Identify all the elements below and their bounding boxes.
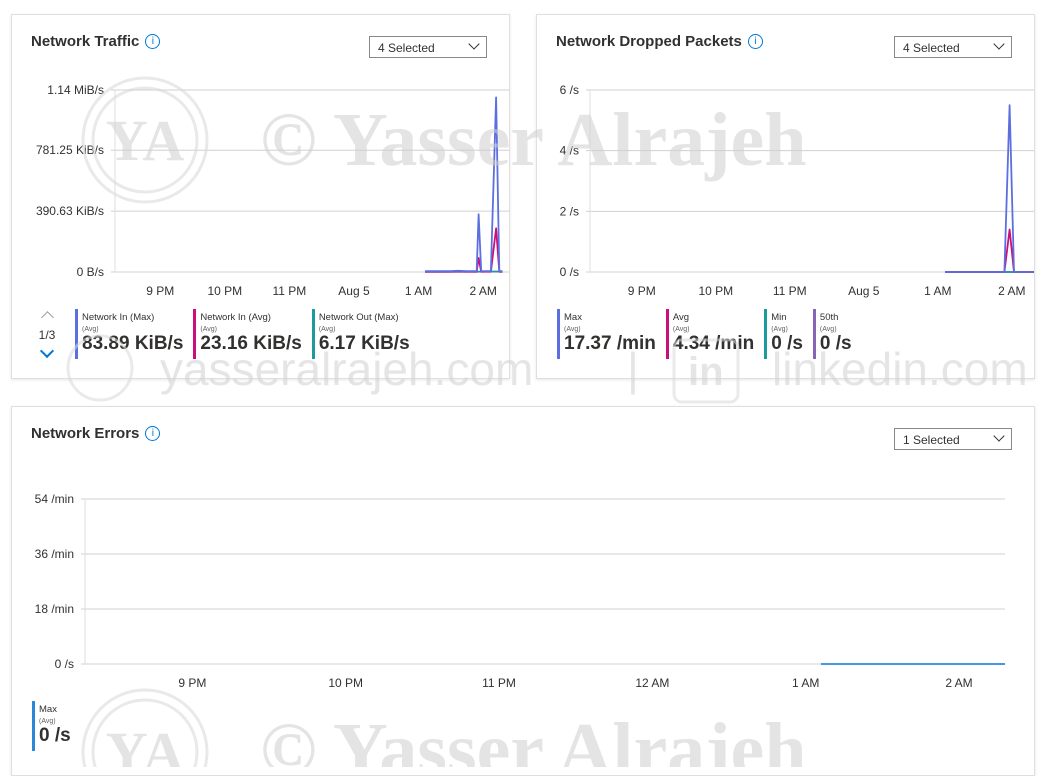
network-errors-chart: 0 /s 18 /min 36 /min 54 /min 9 PM 10 PM 11 PM 1… xyxy=(12,407,1036,702)
network-dropped-packets-legend: Max(Avg)17.37 /minAvg(Avg)4.34 /min Min(A… xyxy=(557,309,852,359)
legend-metric-value: 0 /s xyxy=(820,333,852,355)
network-dropped-packets-chart: 0 /s 2 /s 4 /s 6 /s 9 PM 10 PM 11 PM Aug 5 1 AM 2… xyxy=(537,15,1036,315)
x-tick-label: Aug 5 xyxy=(848,284,880,298)
legend-pager: 1/3 xyxy=(35,311,59,356)
legend-item[interactable]: Max(Avg)0 /s xyxy=(32,701,71,751)
x-tick-label: 2 AM xyxy=(469,284,496,298)
x-tick-label: 10 PM xyxy=(328,676,363,690)
series-line xyxy=(945,105,1034,272)
y-tick-label: 4 /s xyxy=(560,144,579,158)
x-tick-label: 9 PM xyxy=(146,284,174,298)
legend-item[interactable]: Avg(Avg)4.34 /min xyxy=(666,309,754,359)
legend-metric-name: Network In (Avg) xyxy=(200,312,301,323)
legend-color-bar xyxy=(557,309,560,359)
x-tick-label: 11 PM xyxy=(272,284,306,298)
legend-color-bar xyxy=(193,309,196,359)
x-tick-label: Aug 5 xyxy=(338,284,370,298)
y-tick-label: 6 /s xyxy=(560,83,579,97)
series-line xyxy=(425,97,503,271)
x-tick-label: 1 AM xyxy=(405,284,432,298)
legend-metric-name: 50th xyxy=(820,312,852,323)
legend-item[interactable]: Network In (Avg)(Avg)23.16 KiB/s xyxy=(193,309,301,359)
x-tick-label: 1 AM xyxy=(924,284,951,298)
y-tick-label: 36 /min xyxy=(35,547,74,561)
chevron-up-icon[interactable] xyxy=(41,311,54,324)
legend-metric-value: 0 /s xyxy=(39,725,71,747)
legend-color-bar xyxy=(32,701,35,751)
legend-color-bar xyxy=(75,309,78,359)
legend-metric-name: Min xyxy=(771,312,803,323)
network-traffic-chart: 0 B/s 390.63 KiB/s 781.25 KiB/s 1.14 MiB/s 9… xyxy=(12,15,511,315)
x-tick-label: 2 AM xyxy=(945,676,972,690)
x-tick-label: 9 PM xyxy=(628,284,656,298)
legend-color-bar xyxy=(764,309,767,359)
y-tick-label: 2 /s xyxy=(560,204,579,218)
x-tick-label: 2 AM xyxy=(998,284,1025,298)
x-tick-label: 9 PM xyxy=(178,676,206,690)
y-tick-label: 390.63 KiB/s xyxy=(36,204,104,218)
chevron-down-icon[interactable] xyxy=(40,344,54,358)
legend-color-bar xyxy=(312,309,315,359)
x-tick-label: 12 AM xyxy=(635,676,669,690)
legend-metric-name: Max xyxy=(39,704,71,715)
legend-metric-name: Network Out (Max) xyxy=(319,312,410,323)
x-tick-label: 1 AM xyxy=(792,676,819,690)
legend-metric-name: Max xyxy=(564,312,656,323)
legend-metric-value: 0 /s xyxy=(771,333,803,355)
legend-item[interactable]: 50th(Avg)0 /s xyxy=(813,309,852,359)
series-line xyxy=(945,230,1034,273)
y-tick-label: 0 B/s xyxy=(77,265,104,279)
legend-item[interactable]: Network In (Max)(Avg)83.89 KiB/s xyxy=(75,309,183,359)
legend-page-count: 1/3 xyxy=(35,328,59,342)
network-errors-legend: Max(Avg)0 /s xyxy=(32,701,71,751)
legend-item[interactable]: Max(Avg)17.37 /min xyxy=(557,309,656,359)
network-errors-card: Network Errors i 1 Selected 0 /s18 /min3… xyxy=(11,406,1035,776)
x-tick-label: 10 PM xyxy=(698,284,733,298)
legend-color-bar xyxy=(666,309,669,359)
legend-metric-name: Avg xyxy=(673,312,754,323)
x-tick-label: 10 PM xyxy=(207,284,242,298)
y-tick-label: 18 /min xyxy=(35,602,74,616)
legend-color-bar xyxy=(813,309,816,359)
network-traffic-card: Network Traffic i 4 Selected 0 B/s390.63… xyxy=(11,14,510,379)
legend-metric-value: 23.16 KiB/s xyxy=(200,333,301,355)
legend-metric-value: 6.17 KiB/s xyxy=(319,333,410,355)
y-tick-label: 781.25 KiB/s xyxy=(36,143,104,157)
legend-metric-value: 4.34 /min xyxy=(673,333,754,355)
network-dropped-packets-card: Network Dropped Packets i 4 Selected 0 /… xyxy=(536,14,1035,379)
legend-item[interactable]: Network Out (Max)(Avg)6.17 KiB/s xyxy=(312,309,410,359)
legend-metric-value: 83.89 KiB/s xyxy=(82,333,183,355)
legend-item[interactable]: Min(Avg)0 /s xyxy=(764,309,803,359)
legend-metric-value: 17.37 /min xyxy=(564,333,656,355)
network-traffic-legend: Network In (Max)(Avg)83.89 KiB/sNetwork … xyxy=(75,309,410,359)
x-tick-label: 11 PM xyxy=(482,676,516,690)
x-tick-label: 11 PM xyxy=(773,284,807,298)
y-tick-label: 1.14 MiB/s xyxy=(47,83,104,97)
y-tick-label: 54 /min xyxy=(35,492,74,506)
y-tick-label: 0 /s xyxy=(560,265,579,279)
legend-metric-name: Network In (Max) xyxy=(82,312,183,323)
y-tick-label: 0 /s xyxy=(55,657,74,671)
